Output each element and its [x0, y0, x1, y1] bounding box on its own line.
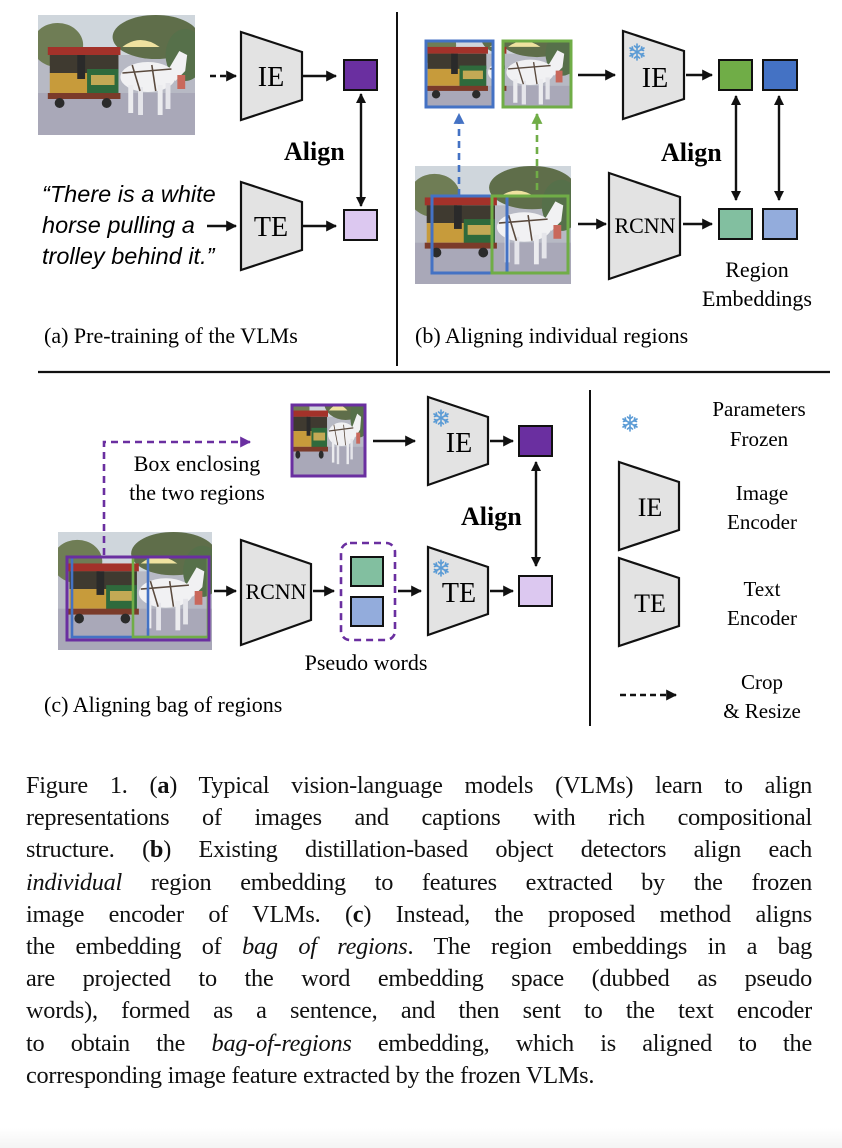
legend-item-frozen: Parameters Frozen	[622, 397, 806, 451]
caption-quote-line-1: “There is a white	[42, 181, 216, 207]
caption-line: Figure 1. (a) Typical vision-language mo…	[26, 770, 812, 802]
trolley-photo	[38, 15, 195, 135]
legend-item-text-encoder: TE Text Encoder	[617, 556, 797, 648]
legend: Parameters Frozen IE Image Encoder TE Te…	[617, 397, 806, 723]
panel-a-caption: (a) Pre-training of the VLMs	[44, 323, 298, 348]
align-label: Align	[661, 138, 722, 167]
figure-diagram: IE Align “There is a white horse pulling…	[38, 12, 830, 726]
legend-label-line: Encoder	[727, 606, 797, 630]
rcnn-label: RCNN	[614, 213, 675, 238]
caption-run: words), formed as a sentence, and then s…	[26, 997, 812, 1025]
caption-run: b	[149, 836, 164, 864]
image-embedding-square	[343, 59, 378, 91]
legend-item-image-encoder: IE Image Encoder	[617, 460, 797, 552]
legend-label-line: Encoder	[727, 510, 797, 534]
caption-line: image encoder of VLMs. (c) Instead, the …	[26, 899, 812, 931]
region-photo	[58, 532, 212, 650]
caption-run: corresponding image feature extracted by…	[26, 1061, 595, 1089]
caption-run: ) Instead, the proposed method aligns	[363, 900, 812, 928]
pseudo-words-label: Pseudo words	[305, 650, 428, 675]
rcnn-label: RCNN	[245, 579, 306, 604]
box-label-line-1: Box enclosing	[134, 451, 261, 476]
caption-run: ) Existing distillation-based object det…	[163, 836, 812, 864]
enclosing-crop	[292, 405, 365, 476]
caption-quote-line-2: horse pulling a	[42, 212, 195, 238]
embedding-square-green	[718, 59, 753, 91]
page-edge	[0, 1128, 842, 1148]
pseudo-word-lightblue	[350, 596, 384, 627]
legend-glyph: TE	[634, 589, 666, 618]
caption-run: a	[157, 772, 170, 799]
text-embedding-square	[343, 209, 378, 241]
panel-c: Box enclosing the two regions IE Align R…	[44, 395, 553, 717]
text-encoder-label: TE	[254, 212, 288, 243]
snowflake-icon	[622, 414, 638, 432]
caption-run: embedding, which is aligned to the	[351, 1029, 812, 1057]
text-encoder-label: TE	[442, 578, 476, 609]
caption-run: ) Typical vision-language models (VLMs) …	[169, 772, 812, 799]
legend-item-crop-resize: Crop & Resize	[620, 670, 801, 723]
box-label-line-2: the two regions	[129, 480, 265, 505]
caption-run: the embedding of	[26, 933, 243, 961]
caption-run: . The region embeddings in a bag	[407, 933, 813, 961]
caption-run: Figure 1.	[26, 772, 150, 799]
text-embedding-square	[518, 575, 553, 607]
align-label: Align	[284, 137, 345, 166]
caption-run: representations of images and captions w…	[26, 804, 812, 832]
panel-b: IE Align RCNN Region Embeddings (b) Alig…	[415, 29, 812, 348]
caption-line: structure. (b) Existing distillation-bas…	[26, 834, 812, 866]
caption-line: representations of images and captions w…	[26, 802, 812, 834]
legend-label-line: Frozen	[730, 427, 789, 451]
legend-label-line: Crop	[741, 670, 783, 694]
legend-label-line: & Resize	[723, 699, 801, 723]
legend-glyph: IE	[638, 493, 663, 522]
figure-caption: Figure 1. (a) Typical vision-language mo…	[26, 770, 812, 1092]
caption-line: words), formed as a sentence, and then s…	[26, 995, 812, 1027]
caption-line: the embedding of bag of regions. The reg…	[26, 931, 812, 963]
panel-c-caption: (c) Aligning bag of regions	[44, 692, 282, 717]
panel-a: IE Align “There is a white horse pulling…	[38, 15, 378, 348]
region-photo	[415, 166, 571, 284]
caption-line: are projected to the word embedding spac…	[26, 963, 812, 995]
panel-b-caption: (b) Aligning individual regions	[415, 323, 688, 348]
legend-label-line: Parameters	[712, 397, 805, 421]
caption-run: bag of regions	[242, 933, 408, 961]
caption-line: corresponding image feature extracted by…	[26, 1060, 812, 1092]
legend-label-line: Text	[743, 577, 780, 601]
caption-run: bag-of-regions	[211, 1029, 352, 1057]
image-embedding-square	[518, 425, 553, 457]
caption-run: region embedding to features extracted b…	[122, 868, 812, 896]
caption-run: to obtain the	[26, 1029, 212, 1057]
image-encoder-label: IE	[258, 62, 284, 93]
embedding-square-blue	[762, 59, 798, 91]
region-embedding-teal	[718, 208, 753, 240]
region-embeddings-line-1: Region	[725, 257, 789, 282]
align-label: Align	[461, 502, 522, 531]
image-encoder-label: IE	[642, 63, 668, 94]
caption-run: image encoder of VLMs. (	[26, 900, 353, 928]
caption-line: individual region embedding to features …	[26, 867, 812, 899]
caption-run: individual	[26, 868, 123, 896]
caption-line: to obtain the bag-of-regions embedding, …	[26, 1028, 812, 1060]
caption-run: are projected to the word embedding spac…	[26, 965, 812, 993]
caption-run: structure. (	[26, 836, 150, 864]
region-embedding-lightblue	[762, 208, 798, 240]
caption-quote-line-3: trolley behind it.”	[42, 243, 216, 269]
region-embeddings-line-2: Embeddings	[702, 286, 812, 311]
image-encoder-label: IE	[446, 428, 472, 459]
legend-label-line: Image	[736, 481, 788, 505]
caption-run: c	[352, 900, 364, 928]
pseudo-word-teal	[350, 556, 384, 587]
